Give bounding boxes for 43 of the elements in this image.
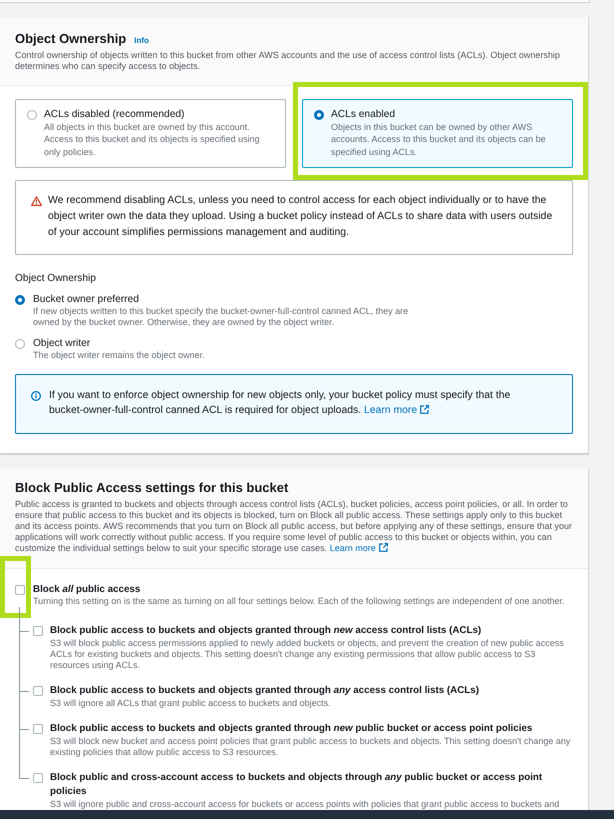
checkbox[interactable]: [33, 626, 43, 636]
radio-description: The object writer remains the object owner.: [33, 350, 206, 361]
checkbox-label: Block public access to buckets and objects granted through new public bucket or access point policies: [50, 722, 534, 736]
checkbox[interactable]: [15, 584, 25, 594]
radio-button[interactable]: [27, 110, 37, 120]
radio-button[interactable]: [15, 338, 25, 348]
option-card[interactable]: ACLs enabled Objects in this bucket can be owned by other AWS accounts. Access to this bucket and its objects can be specified using ACLs.: [302, 98, 573, 168]
external-link-icon: [378, 543, 388, 552]
checkbox-label: Block public and cross-account access to buckets and objects through any public bucket or access point policies: [50, 770, 544, 798]
checkbox[interactable]: [33, 724, 43, 734]
checkbox-label: Block public access to buckets and objects granted through new access control lists (ACLs): [50, 624, 482, 638]
option-description: Objects in this bucket can be owned by other AWS accounts. Access to this bucket and its objects can be specified using ACLs.: [331, 120, 547, 158]
info-message: If you want to enforce object ownership for new objects only, your bucket policy must specify that the bucket-owner-full-control canned ACL is required for object uploads. Learn more: [49, 389, 512, 418]
warning-message: We recommend disabling ACLs, unless you need to control access for each object individually or to have the object writer own the data they upload. Using a bucket policy instead of ACLs to share data with users outside of your account simplifies permissions management and auditing.: [48, 194, 554, 240]
checkbox-label: Block public access to buckets and objects granted through any access control lists (ACLs): [50, 684, 480, 698]
radio-label: Bucket owner preferred: [33, 293, 140, 306]
warning-icon: [31, 196, 42, 206]
learn-more-link[interactable]: Learn more: [364, 405, 430, 416]
checkbox-description: Turning this setting on is the same as turning on all four settings below. Each of the following settings are independent of one another.: [33, 596, 566, 607]
info-link[interactable]: Info: [134, 36, 149, 45]
checkbox-description: S3 will block public access permissions applied to newly added buckets or objects, and prevent the creation of new public access ACLs for existing buckets and objects. This setting doesn't change any existing permissions that allow public access to S3 resources using ACLs.: [50, 638, 565, 670]
option-label: ACLs disabled (recommended): [44, 108, 186, 120]
radio-button[interactable]: [314, 110, 324, 120]
checkbox-description: S3 will ignore all ACLs that grant public access to buckets and objects.: [50, 698, 332, 708]
checkbox-label: Block all public access: [33, 583, 142, 596]
checkbox[interactable]: [33, 772, 43, 782]
section-description: Control ownership of objects written to this bucket from other AWS accounts and the use of access control lists (ACLs). Object ownership determines who can specify access to objects.: [15, 50, 561, 72]
checkbox[interactable]: [33, 686, 43, 696]
radio-label: Object writer: [33, 337, 92, 350]
external-link-icon: [420, 405, 430, 414]
field-label: Object Ownership: [15, 272, 97, 286]
option-card[interactable]: ACLs disabled (recommended) All objects in this bucket are owned by this account. Access to this bucket and its objects is specified using only policies.: [15, 98, 286, 168]
radio-button[interactable]: [15, 294, 25, 304]
radio-description: If new objects written to this bucket specify the bucket-owner-full-control canned ACL, they are owned by the bucket owner. Otherwise, they are owned by the object writer.: [33, 306, 410, 328]
checkbox-description: S3 will block new bucket and access point policies that grant public access to buckets and objects. This setting doesn't change any existing policies that allow public access to S3 resources.: [50, 736, 572, 758]
section-title: Block Public Access settings for this bucket: [15, 479, 290, 496]
learn-more-link[interactable]: Learn more: [330, 543, 388, 553]
section-title: Object Ownership: [15, 30, 126, 47]
section-description: Public access is granted to buckets and objects through access control lists (ACLs), bucket policies, access point policies, or all. In order to ensure that public access to this bucket and its objects is blocked, turn on Block all public access. These settings apply only to this bucket and its access points. AWS recommends that you turn on Block all public access, but before applying any of these settings, ensure that your applications will work correctly without public access. If you require some level of public access to this bucket or objects within, you can customize the individual settings below to suit your specific storage use cases. Learn more: [15, 499, 573, 554]
option-label: ACLs enabled: [331, 108, 396, 120]
checkbox-description: S3 will ignore public and cross-account access for buckets or access points with policies that grant public access to buckets and: [50, 798, 560, 810]
info-icon: [31, 390, 41, 400]
option-description: All objects in this bucket are owned by this account. Access to this bucket and its objects is specified using only policies.: [44, 120, 261, 158]
